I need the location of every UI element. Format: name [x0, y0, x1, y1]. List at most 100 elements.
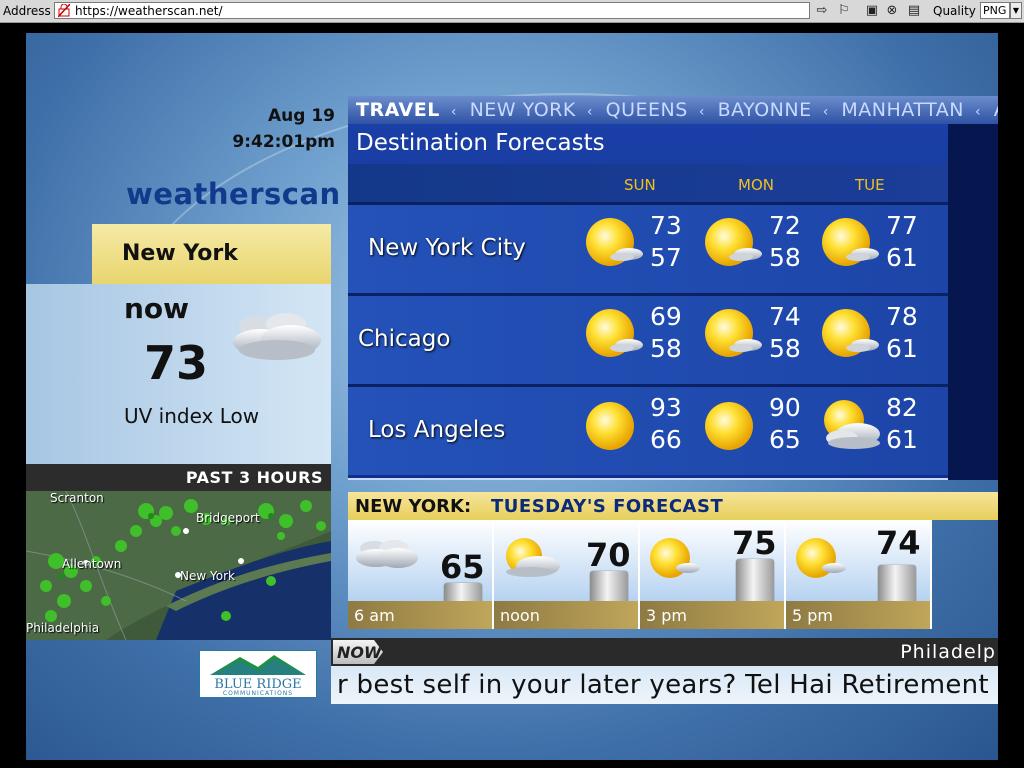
ticker-separator-icon: ‹: [975, 104, 981, 120]
high-temp: 72: [769, 211, 801, 240]
weatherscan-logo: weatherscan: [126, 177, 341, 211]
forecast-row: New York City 73 57 72 58 77 61: [348, 202, 948, 293]
destination-forecasts: Destination Forecasts SUN MON TUE New Yo…: [348, 124, 948, 480]
now-destination: Philadelp: [900, 641, 996, 663]
uv-index-text: UV index Low: [124, 404, 260, 428]
url-field[interactable]: https://weatherscan.net/: [54, 2, 810, 19]
weatherscan-screen: Aug 19 9:42:01pm weatherscan New York no…: [26, 33, 998, 760]
format-select[interactable]: PNG: [980, 2, 1010, 19]
sunny-icon: [586, 402, 634, 450]
hourly-time: noon: [500, 606, 540, 625]
forecast-cell: 74 58: [703, 302, 815, 372]
forecast-row: Los Angeles 93 66 90 65 82 61: [348, 384, 948, 475]
bookmark-icon[interactable]: ⚐: [836, 3, 852, 18]
go-arrow-icon[interactable]: ⇨: [814, 3, 830, 18]
high-temp: 74: [769, 302, 801, 331]
low-temp: 61: [886, 243, 918, 272]
current-conditions-panel: now 73 UV index Low: [26, 284, 331, 464]
ticker-separator-icon: ‹: [450, 104, 457, 120]
high-temp: 82: [886, 393, 918, 422]
low-temp: 61: [886, 334, 918, 363]
hourly-time: 3 pm: [646, 606, 688, 625]
forecast-cell: 78 61: [820, 302, 932, 372]
ad-crawl: r best self in your later years? Tel Hai…: [331, 666, 998, 704]
forecast-city-label: NEW YORK:: [355, 496, 472, 517]
forecast-cell: 82 61: [820, 393, 932, 463]
now-tag-text: NOW: [337, 643, 382, 662]
ticker-item: QUEENS: [605, 99, 688, 121]
high-temp: 69: [650, 302, 682, 331]
quality-label: Quality: [933, 4, 976, 18]
forecast-cell: 90 65: [703, 393, 815, 463]
partly-cloudy-icon: [586, 309, 643, 357]
time-band: 5 pm: [786, 601, 930, 629]
partly-cloudy-icon: [796, 538, 846, 578]
cloudy-icon: [233, 313, 321, 360]
radar-header-text: PAST 3 HOURS: [185, 468, 323, 487]
hourly-slot: 70 noon: [494, 520, 640, 629]
low-temp: 61: [886, 425, 918, 454]
low-temp: 66: [650, 425, 682, 454]
sunny-icon: [705, 402, 753, 450]
day-header-mon: MON: [738, 176, 774, 194]
low-temp: 58: [650, 334, 682, 363]
now-tag: NOW: [333, 640, 383, 664]
crawl-text: r best self in your later years? Tel Hai…: [337, 670, 989, 700]
hourly-slot: 74 5 pm: [786, 520, 932, 629]
blue-ridge-logo: BLUE RIDGE COMMUNICATIONS: [199, 650, 317, 698]
insecure-lock-icon: [58, 4, 70, 17]
partly-cloudy-icon: [586, 218, 643, 266]
ticker-separator-icon: ‹: [586, 104, 593, 120]
forecast-title: TUESDAY'S FORECAST: [491, 496, 724, 517]
time-band: 3 pm: [640, 601, 784, 629]
current-temperature: 73: [144, 336, 209, 390]
radar-header: PAST 3 HOURS: [26, 464, 331, 491]
travel-ticker: TRAVEL ‹ NEW YORK ‹ QUEENS ‹ BAYONNE ‹ M…: [348, 96, 998, 124]
logo-line2: COMMUNICATIONS: [222, 690, 294, 697]
high-temp: 77: [886, 211, 918, 240]
radar-label-new-york: New York: [180, 569, 235, 583]
browser-toolbar: Address https://weatherscan.net/ ⇨ ⚐ ▣ ⊗…: [0, 0, 1024, 23]
hourly-temp: 65: [440, 548, 485, 586]
partly-cloudy-icon: [506, 538, 560, 577]
panel-title: Destination Forecasts: [356, 130, 605, 156]
high-temp: 93: [650, 393, 682, 422]
radar-label-philadelphia: Philadelphia: [26, 621, 100, 635]
partly-cloudy-icon: [822, 218, 879, 266]
cloudy-icon: [356, 540, 418, 568]
destination-city: Chicago: [358, 326, 451, 352]
city-band: New York: [92, 224, 331, 284]
ticker-item: AIRPORTS: [986, 99, 998, 121]
high-temp: 78: [886, 302, 918, 331]
hourly-time: 6 am: [354, 606, 395, 625]
low-temp: 58: [769, 334, 801, 363]
ticker-separator-icon: ‹: [698, 104, 705, 120]
format-dropdown-arrow-icon[interactable]: ▼: [1010, 2, 1022, 19]
high-temp: 90: [769, 393, 801, 422]
forecast-cell: 73 57: [584, 211, 696, 281]
binoculars-icon[interactable]: ⊗: [884, 3, 900, 18]
travel-panel: TRAVEL ‹ NEW YORK ‹ QUEENS ‹ BAYONNE ‹ M…: [348, 96, 998, 480]
forecast-cell: 77 61: [820, 211, 932, 281]
now-bar: NOW Philadelp: [331, 638, 998, 666]
day-header-tue: TUE: [855, 176, 885, 194]
page-info-icon[interactable]: ▣: [864, 3, 880, 18]
ticker-item: MANHATTAN: [841, 99, 964, 121]
hourly-temp: 74: [876, 524, 921, 562]
clipboard-icon[interactable]: ▤: [906, 3, 922, 18]
mostly-cloudy-icon: [824, 400, 880, 449]
radar-label-scranton: Scranton: [50, 491, 104, 505]
now-label: now: [124, 292, 190, 325]
high-temp: 73: [650, 211, 682, 240]
hourly-time: 5 pm: [792, 606, 834, 625]
low-temp: 65: [769, 425, 801, 454]
hourly-temp: 75: [732, 524, 777, 562]
date-text: Aug 19: [267, 106, 335, 126]
forecast-cell: 72 58: [703, 211, 815, 281]
low-temp: 58: [769, 243, 801, 272]
partly-cloudy-icon: [822, 309, 879, 357]
low-temp: 57: [650, 243, 682, 272]
time-band: noon: [494, 601, 638, 629]
city-name: New York: [122, 241, 238, 266]
partly-cloudy-icon: [705, 309, 762, 357]
